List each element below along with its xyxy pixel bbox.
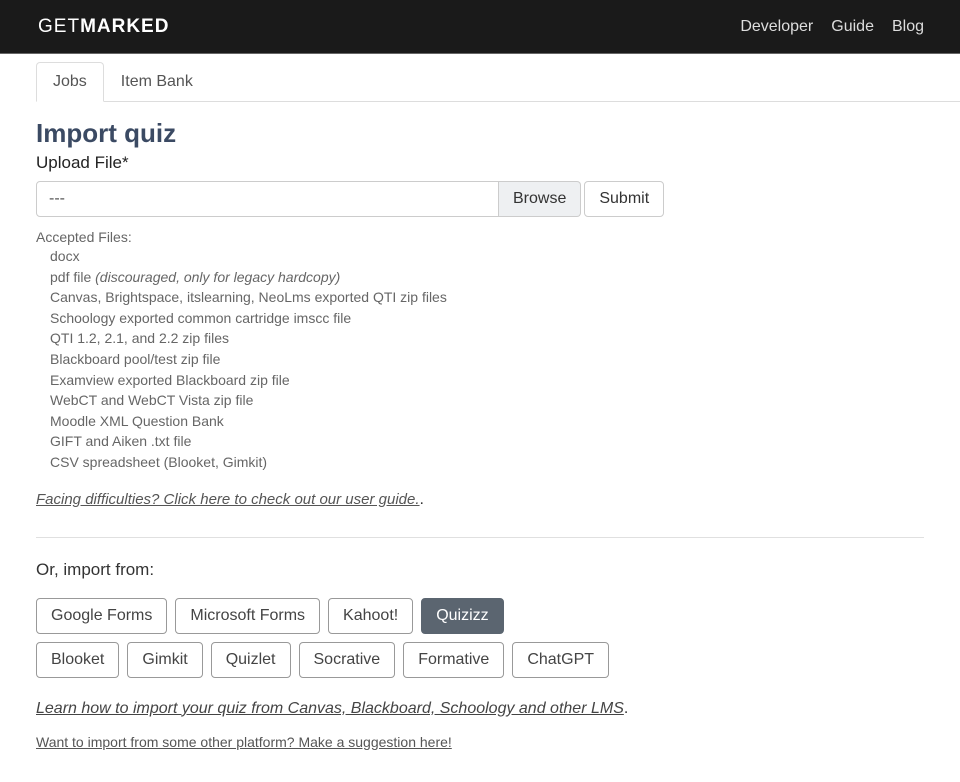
platform-google-forms[interactable]: Google Forms: [36, 598, 167, 634]
file-row: --- Browse Submit: [36, 181, 924, 217]
user-guide-link[interactable]: Facing difficulties? Click here to check…: [36, 491, 420, 508]
accepted-item: pdf file (discouraged, only for legacy h…: [50, 268, 924, 288]
platform-socrative[interactable]: Socrative: [299, 642, 396, 678]
platform-kahoot[interactable]: Kahoot!: [328, 598, 413, 634]
nav-guide[interactable]: Guide: [831, 18, 874, 36]
logo-light: GET: [38, 16, 80, 37]
accepted-item: Moodle XML Question Bank: [50, 412, 924, 432]
main-content: Import quiz Upload File* --- Browse Subm…: [0, 102, 960, 782]
section-divider: [36, 537, 924, 538]
accepted-files-label: Accepted Files:: [36, 229, 924, 245]
platform-quizizz[interactable]: Quizizz: [421, 598, 503, 634]
upload-label: Upload File*: [36, 153, 924, 173]
accepted-item: Blackboard pool/test zip file: [50, 350, 924, 370]
submit-button[interactable]: Submit: [584, 181, 664, 217]
brand-logo[interactable]: GETMARKED: [38, 16, 169, 38]
tab-jobs[interactable]: Jobs: [36, 62, 104, 102]
nav-blog[interactable]: Blog: [892, 18, 924, 36]
top-nav: Developer Guide Blog: [740, 18, 924, 36]
browse-button[interactable]: Browse: [499, 181, 581, 217]
top-header: GETMARKED Developer Guide Blog: [0, 0, 960, 54]
accepted-item: GIFT and Aiken .txt file: [50, 432, 924, 452]
trailing-dot: .: [420, 491, 424, 508]
accepted-item: Schoology exported common cartridge imsc…: [50, 309, 924, 329]
page-title: Import quiz: [36, 118, 924, 149]
lms-import-link[interactable]: Learn how to import your quiz from Canva…: [36, 700, 624, 718]
accepted-item: Canvas, Brightspace, itslearning, NeoLms…: [50, 288, 924, 308]
platform-formative[interactable]: Formative: [403, 642, 504, 678]
logo-bold: MARKED: [80, 16, 169, 37]
nav-developer[interactable]: Developer: [740, 18, 813, 36]
accepted-files-list: docx pdf file (discouraged, only for leg…: [36, 247, 924, 473]
accepted-item: CSV spreadsheet (Blooket, Gimkit): [50, 453, 924, 473]
accepted-item: docx: [50, 247, 924, 267]
platform-quizlet[interactable]: Quizlet: [211, 642, 291, 678]
platform-chatgpt[interactable]: ChatGPT: [512, 642, 609, 678]
lms-dot: .: [624, 700, 628, 717]
accepted-item: WebCT and WebCT Vista zip file: [50, 391, 924, 411]
import-from-label: Or, import from:: [36, 560, 924, 580]
platform-microsoft-forms[interactable]: Microsoft Forms: [175, 598, 320, 634]
suggest-platform-link[interactable]: Want to import from some other platform?…: [36, 734, 452, 750]
tab-bar: Jobs Item Bank: [36, 62, 960, 102]
tab-item-bank[interactable]: Item Bank: [104, 62, 210, 102]
file-input[interactable]: ---: [36, 181, 499, 217]
platform-row-2: Blooket Gimkit Quizlet Socrative Formati…: [36, 642, 924, 678]
platform-row-1: Google Forms Microsoft Forms Kahoot! Qui…: [36, 598, 924, 634]
accepted-item: QTI 1.2, 2.1, and 2.2 zip files: [50, 329, 924, 349]
accepted-item: Examview exported Blackboard zip file: [50, 371, 924, 391]
platform-gimkit[interactable]: Gimkit: [127, 642, 202, 678]
platform-blooket[interactable]: Blooket: [36, 642, 119, 678]
